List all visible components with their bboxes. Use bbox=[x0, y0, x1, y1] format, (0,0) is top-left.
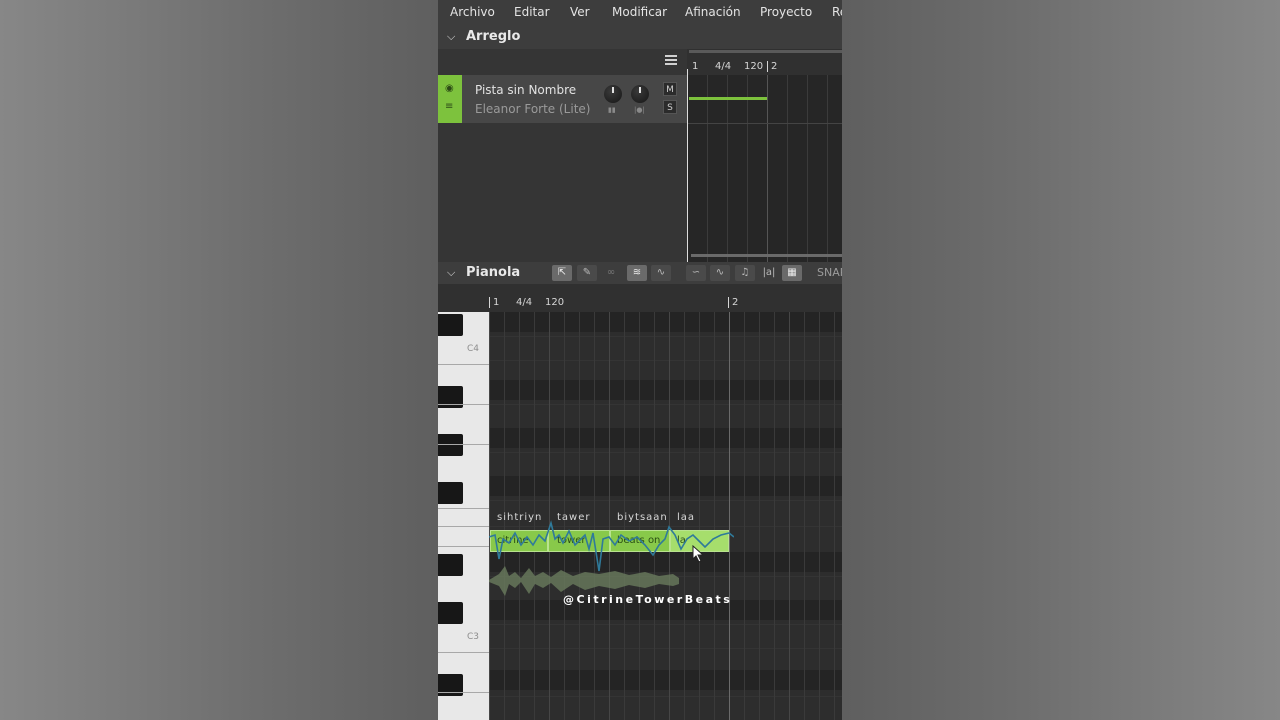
pianola-panel: 1 4/4 120 2 C4 C3 bbox=[438, 284, 842, 720]
menu-render[interactable]: Re bbox=[832, 5, 842, 19]
horizontal-scrollbar[interactable] bbox=[689, 50, 842, 53]
piano-keyboard[interactable]: C4 C3 bbox=[438, 312, 489, 720]
black-key[interactable] bbox=[438, 554, 463, 576]
arrangement-panel: ◉ ≡ Pista sin Nombre Eleanor Forte (Lite… bbox=[438, 49, 842, 262]
grid-column-line bbox=[834, 312, 835, 720]
pan-knob[interactable] bbox=[631, 85, 649, 103]
arrangement-ruler[interactable]: 1 4/4 120 2 bbox=[687, 49, 842, 75]
track-list: ◉ ≡ Pista sin Nombre Eleanor Forte (Lite… bbox=[438, 49, 687, 262]
ruler-bar-1: 1 bbox=[489, 297, 499, 308]
watermark-text: @CitrineTowerBeats bbox=[563, 593, 733, 606]
black-key[interactable] bbox=[438, 314, 463, 336]
pan-icon: |●| bbox=[634, 106, 645, 114]
gain-knob[interactable] bbox=[604, 85, 622, 103]
track-note-block[interactable] bbox=[689, 97, 767, 100]
drag-handle-icon[interactable]: ≡ bbox=[445, 101, 453, 112]
menu-afinacion[interactable]: Afinación bbox=[685, 5, 741, 19]
voice-icon: ◉ bbox=[445, 83, 454, 94]
menu-proyecto[interactable]: Proyecto bbox=[760, 5, 812, 19]
black-key[interactable] bbox=[438, 434, 463, 456]
synthv-window: Archivo Editar Ver Modificar Afinación P… bbox=[438, 0, 842, 720]
snap-label[interactable]: SNAP bbox=[817, 266, 842, 279]
pianola-header: ⌵ Pianola ⇱ ✎ ∞ ≋ ∿ ∽ ∿ ♫ |a| ▦ SNAP bbox=[438, 262, 842, 284]
grid-column-line bbox=[744, 312, 745, 720]
track-voice[interactable]: Eleanor Forte (Lite) bbox=[475, 102, 590, 116]
ruler-time-signature: 4/4 bbox=[516, 297, 533, 308]
ruler-bar-2: 2 bbox=[728, 297, 738, 308]
ruler-tempo: 120 bbox=[744, 61, 764, 72]
gain-icon: ▮▮ bbox=[608, 106, 616, 114]
track-row[interactable]: ◉ ≡ Pista sin Nombre Eleanor Forte (Lite… bbox=[438, 75, 687, 123]
pianola-title: Pianola bbox=[466, 265, 521, 280]
chevron-down-icon[interactable]: ⌵ bbox=[447, 30, 455, 44]
track-color-strip: ◉ ≡ bbox=[438, 75, 462, 123]
lyrics-tool-icon[interactable]: |a| bbox=[759, 265, 779, 281]
ruler-bar-2: 2 bbox=[767, 61, 777, 72]
curve-tool-icon[interactable]: ∽ bbox=[686, 265, 706, 281]
ruler-tempo: 120 bbox=[545, 297, 565, 308]
menu-archivo[interactable]: Archivo bbox=[450, 5, 495, 19]
key-label-c4: C4 bbox=[467, 344, 480, 354]
link-tool-icon[interactable]: ∞ bbox=[601, 265, 621, 281]
grid-column-line bbox=[759, 312, 760, 720]
chevron-down-icon[interactable]: ⌵ bbox=[447, 266, 455, 280]
pianola-ruler[interactable]: 1 4/4 120 2 bbox=[438, 284, 842, 312]
video-tool-icon[interactable]: ▦ bbox=[782, 265, 802, 281]
arrangement-title: Arreglo bbox=[466, 29, 521, 44]
note-snap-tool-icon[interactable]: ≋ bbox=[627, 265, 647, 281]
audio-wave-icon[interactable]: ♫ bbox=[735, 265, 755, 281]
pen-tool-icon[interactable]: ✎ bbox=[577, 265, 597, 281]
arrangement-timeline[interactable]: 1 4/4 120 2 bbox=[687, 49, 842, 262]
black-key[interactable] bbox=[438, 482, 463, 504]
vibrato-tool-icon[interactable]: ∿ bbox=[710, 265, 730, 281]
key-label-c3: C3 bbox=[467, 632, 480, 642]
grid-column-line bbox=[819, 312, 820, 720]
mute-button[interactable]: M bbox=[663, 82, 677, 96]
ruler-time-signature: 4/4 bbox=[715, 61, 732, 72]
arrangement-scrollbar[interactable] bbox=[691, 254, 842, 257]
grid-column-line bbox=[774, 312, 775, 720]
black-key[interactable] bbox=[438, 602, 463, 624]
solo-button[interactable]: S bbox=[663, 100, 677, 114]
select-tool-icon[interactable]: ⇱ bbox=[552, 265, 572, 281]
hamburger-menu-icon[interactable] bbox=[665, 55, 677, 65]
menu-ver[interactable]: Ver bbox=[570, 5, 590, 19]
ruler-bar-1: 1 bbox=[692, 61, 699, 72]
menu-modificar[interactable]: Modificar bbox=[612, 5, 667, 19]
grid-column-line bbox=[789, 312, 790, 720]
arrangement-header: ⌵ Arreglo bbox=[438, 25, 842, 49]
menu-editar[interactable]: Editar bbox=[514, 5, 550, 19]
playhead[interactable] bbox=[687, 69, 688, 262]
mouse-cursor-icon bbox=[692, 545, 705, 563]
menu-bar: Archivo Editar Ver Modificar Afinación P… bbox=[438, 0, 842, 25]
track-name[interactable]: Pista sin Nombre bbox=[475, 83, 576, 97]
pitch-draw-tool-icon[interactable]: ∿ bbox=[651, 265, 671, 281]
grid-column-line bbox=[804, 312, 805, 720]
